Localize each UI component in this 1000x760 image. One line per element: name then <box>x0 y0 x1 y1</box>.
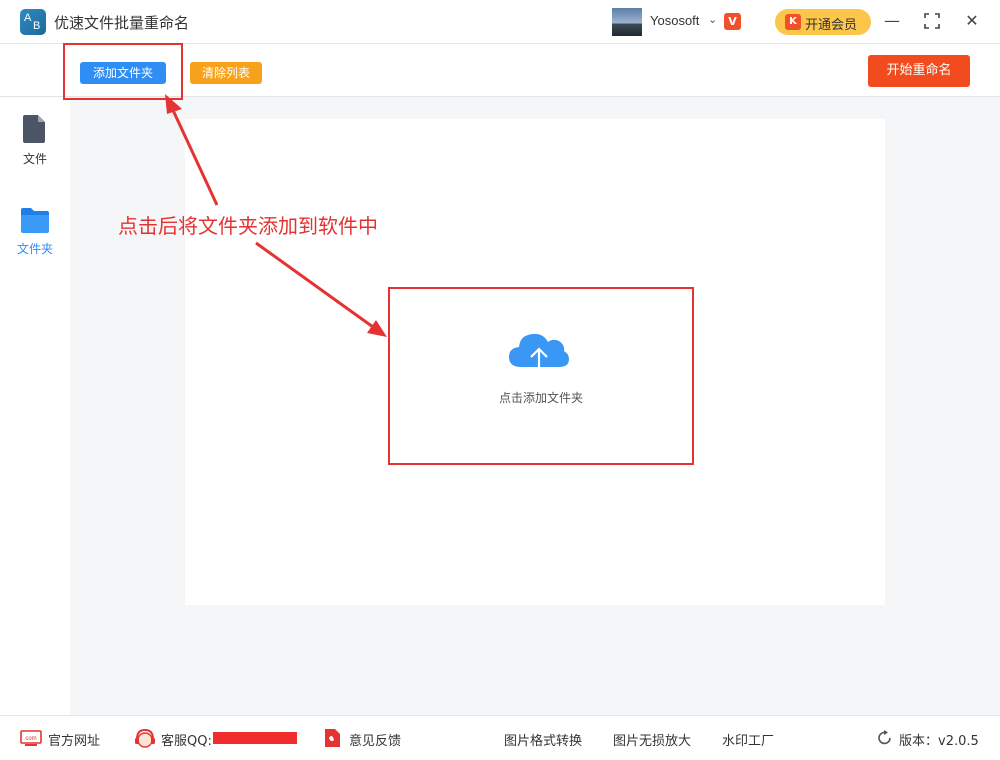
annotation-arrows <box>165 94 387 337</box>
feedback-link[interactable]: 意见反馈 <box>349 730 401 749</box>
link-watermark-factory[interactable]: 水印工厂 <box>722 730 774 749</box>
website-link[interactable]: 官方网址 <box>48 730 100 749</box>
website-icon: com <box>20 730 42 746</box>
svg-text:com: com <box>25 736 36 742</box>
refresh-icon[interactable] <box>877 730 893 746</box>
feedback-icon <box>325 729 340 747</box>
link-image-format-convert[interactable]: 图片格式转换 <box>504 730 582 749</box>
qq-number-redaction <box>213 732 297 744</box>
link-image-lossless-enlarge[interactable]: 图片无损放大 <box>613 730 691 749</box>
customer-service-icon <box>135 728 155 748</box>
footer: com 官方网址 客服QQ: 意见反馈 图片格式转换 图片无损放大 水印工厂 版… <box>0 715 1000 760</box>
version-label: 版本：v2.0.5 <box>899 734 979 749</box>
service-qq-label: 客服QQ: <box>161 734 212 749</box>
